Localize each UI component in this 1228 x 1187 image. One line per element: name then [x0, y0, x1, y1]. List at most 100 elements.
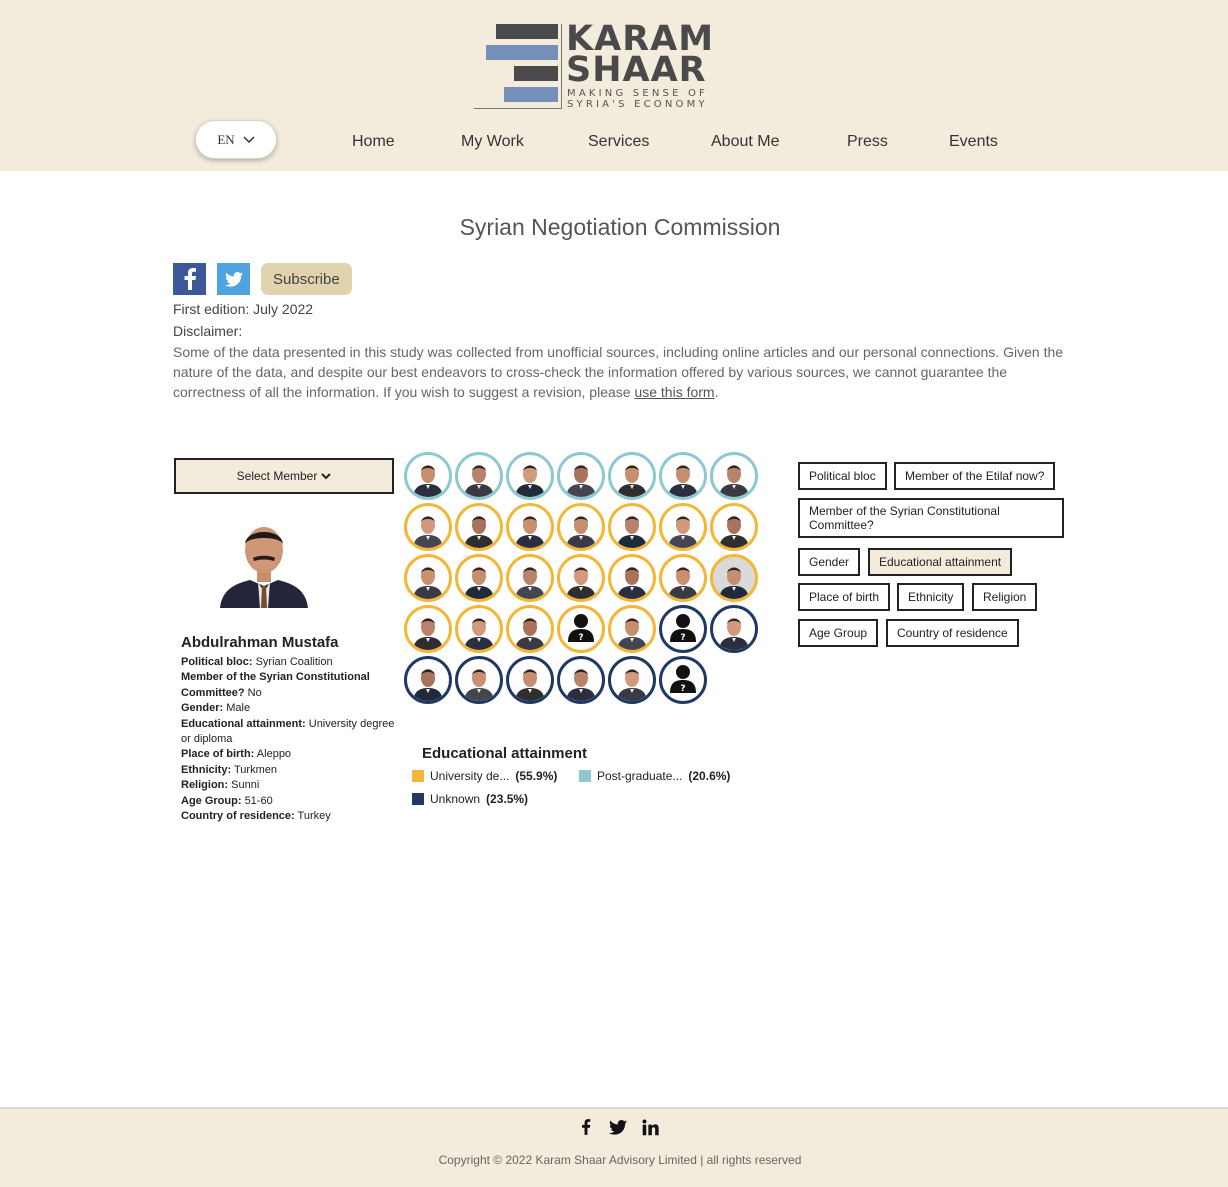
person-photo — [413, 618, 443, 650]
person-photo — [515, 618, 545, 650]
legend-swatch — [412, 793, 424, 805]
logo-bar — [514, 66, 558, 81]
person-photo — [668, 465, 698, 497]
nav-about-me[interactable]: About Me — [711, 133, 779, 151]
info-value: Turkmen — [233, 763, 277, 776]
info-label: Educational attainment: — [181, 717, 306, 730]
logo-tagline: MAKING SENSE OF — [567, 88, 708, 99]
legend-title: Educational attainment — [422, 745, 588, 762]
member-avatar[interactable] — [557, 656, 605, 704]
copyright: Copyright © 2022 Karam Shaar Advisory Li… — [438, 1153, 802, 1167]
nav-press[interactable]: Press — [847, 133, 888, 151]
facebook-share-button[interactable] — [173, 263, 206, 295]
member-avatar[interactable] — [557, 554, 605, 602]
member-avatar[interactable] — [608, 656, 656, 704]
legend-item-postgraduate[interactable]: Post-graduate... (20.6%) — [579, 769, 730, 783]
site-logo[interactable]: KARAM SHAAR MAKING SENSE OF SYRIA'S ECON… — [474, 20, 724, 112]
nav-home[interactable]: Home — [352, 133, 395, 151]
legend-item-unknown[interactable]: Unknown (23.5%) — [412, 792, 528, 806]
filter-place-of-birth[interactable]: Place of birth — [798, 583, 891, 611]
member-avatar[interactable] — [506, 656, 554, 704]
footer-facebook-link[interactable] — [577, 1117, 595, 1137]
logo-tagline: SYRIA'S ECONOMY — [567, 99, 708, 110]
person-photo — [566, 567, 596, 599]
nav-events[interactable]: Events — [949, 133, 998, 151]
member-avatar[interactable] — [659, 503, 707, 551]
footer-linkedin-link[interactable] — [641, 1117, 659, 1137]
member-avatar[interactable] — [404, 656, 452, 704]
member-avatar[interactable] — [455, 554, 503, 602]
member-avatar[interactable] — [710, 554, 758, 602]
member-avatar[interactable] — [710, 605, 758, 653]
info-label: Country of residence: — [181, 810, 295, 823]
subscribe-button[interactable]: Subscribe — [261, 263, 352, 295]
language-selector[interactable]: EN — [195, 120, 277, 159]
filter-country-of-residence[interactable]: Country of residence — [886, 619, 1019, 647]
member-avatar[interactable] — [608, 554, 656, 602]
member-avatar[interactable] — [404, 503, 452, 551]
member-avatar[interactable] — [506, 554, 554, 602]
legend-swatch — [412, 770, 424, 782]
person-photo — [668, 567, 698, 599]
member-avatar[interactable] — [404, 452, 452, 500]
filter-constitutional-committee[interactable]: Member of the Syrian Constitutional Comm… — [798, 498, 1064, 538]
member-avatar[interactable] — [404, 554, 452, 602]
nav-services[interactable]: Services — [588, 133, 649, 151]
member-avatar[interactable] — [557, 503, 605, 551]
filter-age-group[interactable]: Age Group — [798, 619, 879, 647]
info-gender: Gender: Male — [181, 701, 403, 716]
member-avatar[interactable] — [455, 605, 503, 653]
filter-ethnicity[interactable]: Ethnicity — [897, 583, 965, 611]
person-photo — [719, 516, 749, 548]
member-avatar[interactable] — [506, 503, 554, 551]
revision-form-link[interactable]: use this form — [634, 384, 714, 400]
member-avatar[interactable]: ? — [557, 605, 605, 653]
member-avatar[interactable] — [404, 605, 452, 653]
twitter-icon — [609, 1119, 627, 1135]
member-avatar[interactable] — [608, 452, 656, 500]
twitter-icon — [224, 271, 243, 287]
disclaimer-label: Disclaimer: — [173, 323, 243, 339]
legend-item-university[interactable]: University de... (55.9%) — [412, 769, 557, 783]
person-photo — [566, 669, 596, 701]
member-avatar[interactable] — [455, 503, 503, 551]
member-avatar[interactable]: ? — [659, 656, 707, 704]
nav-my-work[interactable]: My Work — [461, 133, 524, 151]
select-member-label: Select Member — [236, 469, 318, 483]
member-avatar[interactable] — [710, 452, 758, 500]
legend-label: Unknown — [430, 792, 481, 806]
footer-twitter-link[interactable] — [609, 1117, 627, 1137]
filter-gender[interactable]: Gender — [798, 548, 861, 576]
member-avatar[interactable] — [659, 452, 707, 500]
person-photo — [464, 465, 494, 497]
member-avatar[interactable] — [557, 452, 605, 500]
legend-label: Post-graduate... — [597, 769, 683, 783]
twitter-share-button[interactable] — [217, 263, 250, 295]
filter-etilaf[interactable]: Member of the Etilaf now? — [894, 462, 1056, 490]
filter-religion[interactable]: Religion — [972, 583, 1038, 611]
member-avatar[interactable] — [608, 605, 656, 653]
filter-political-bloc[interactable]: Political bloc — [798, 462, 887, 490]
member-avatar[interactable] — [506, 452, 554, 500]
member-avatar[interactable] — [455, 656, 503, 704]
legend-swatch — [579, 770, 591, 782]
logo-bar — [504, 87, 558, 102]
member-portrait — [220, 527, 308, 608]
select-member-dropdown[interactable]: Select Member — [174, 458, 394, 494]
info-value: Sunni — [231, 779, 260, 792]
info-birthplace: Place of birth: Aleppo — [181, 747, 403, 762]
member-avatar[interactable] — [455, 452, 503, 500]
member-avatar[interactable] — [506, 605, 554, 653]
member-avatar[interactable]: ? — [659, 605, 707, 653]
disclaimer-end: . — [714, 384, 719, 400]
filter-educational-attainment[interactable]: Educational attainment — [868, 548, 1013, 576]
member-avatar[interactable] — [608, 503, 656, 551]
person-photo — [719, 618, 749, 650]
member-avatar[interactable] — [710, 503, 758, 551]
member-info: Political bloc: Syrian Coalition Member … — [181, 655, 403, 824]
info-constitutional: Member of the Syrian Constitutional Comm… — [181, 670, 403, 701]
person-photo — [668, 516, 698, 548]
info-value: Aleppo — [256, 748, 292, 761]
person-photo — [515, 567, 545, 599]
member-avatar[interactable] — [659, 554, 707, 602]
